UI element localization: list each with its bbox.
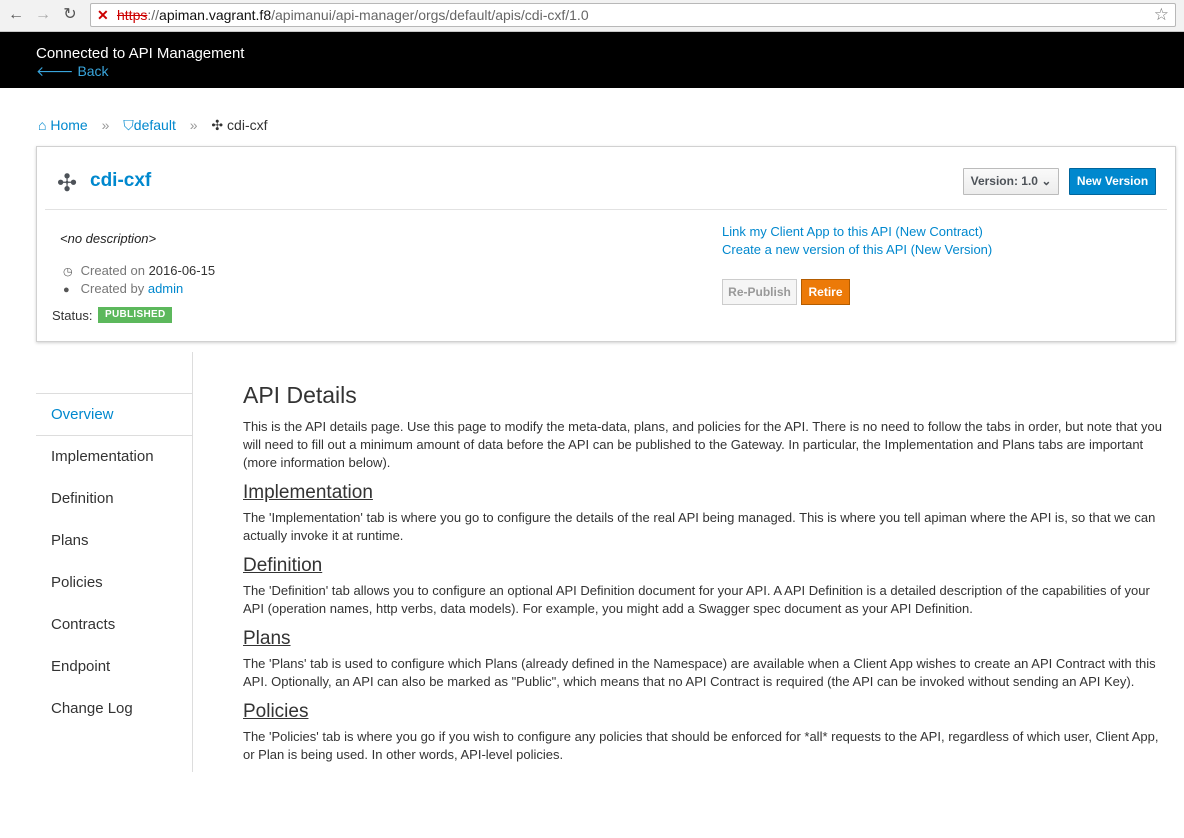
- clock-icon: ◷: [63, 266, 73, 278]
- tab-implementation[interactable]: Implementation: [36, 436, 193, 478]
- header-title: Connected to API Management: [36, 45, 245, 62]
- section-heading: Plans: [243, 628, 291, 649]
- new-version-button[interactable]: New Version: [1069, 168, 1156, 195]
- url-path: /apimanui/api-manager/orgs/default/apis/…: [271, 7, 589, 23]
- arrow-left-icon[interactable]: ←: [6, 5, 26, 25]
- tab-change-log[interactable]: Change Log: [36, 688, 193, 730]
- breadcrumb-home-label: Home: [50, 117, 88, 133]
- breadcrumb-home[interactable]: ⌂ Home: [38, 117, 88, 133]
- home-icon: ⌂: [38, 117, 47, 133]
- created-on-value: 2016-06-15: [148, 263, 216, 278]
- new-version-link[interactable]: Create a new version of this API (New Ve…: [722, 242, 992, 257]
- top-header: Connected to API Management 🡐 Back: [0, 32, 1184, 88]
- main-content: API Details This is the API details page…: [243, 380, 1168, 772]
- created-by-link[interactable]: admin: [148, 281, 183, 296]
- browser-toolbar: ← → ↻ ✕ https://apiman.vagrant.f8/apiman…: [0, 0, 1184, 32]
- arrow-left-icon: 🡐: [36, 63, 74, 79]
- tab-definition[interactable]: Definition: [36, 478, 193, 520]
- created-by-line: ● Created by admin: [63, 281, 183, 296]
- shield-icon: ⛉: [123, 117, 134, 133]
- arrow-right-icon[interactable]: →: [33, 5, 53, 25]
- breadcrumb-org[interactable]: ⛉default: [123, 117, 176, 133]
- back-label: Back: [77, 63, 109, 79]
- status-badge: PUBLISHED: [98, 307, 173, 323]
- section-heading: Definition: [243, 555, 323, 576]
- created-on-line: ◷ Created on 2016-06-15: [63, 263, 215, 278]
- chevron-down-icon: ⌄: [1041, 174, 1052, 188]
- republish-button[interactable]: Re-Publish: [722, 279, 797, 305]
- section-heading: Policies: [243, 701, 309, 722]
- section-text: The 'Definition' tab allows you to confi…: [243, 583, 1150, 616]
- version-dropdown[interactable]: Version: 1.0 ⌄: [963, 168, 1059, 195]
- url-separator: ://: [147, 7, 160, 23]
- insecure-lock-icon: ✕: [97, 7, 109, 23]
- section-text: The 'Implementation' tab is where you go…: [243, 510, 1156, 543]
- page-title: API Details: [243, 382, 357, 408]
- status-label: Status:: [52, 308, 93, 323]
- breadcrumb-current-label: cdi-cxf: [227, 117, 268, 133]
- star-icon[interactable]: ☆: [1154, 4, 1169, 26]
- reload-icon[interactable]: ↻: [60, 5, 80, 25]
- breadcrumb: ⌂ Home » ⛉default » ✣ cdi-cxf: [38, 117, 268, 134]
- section-text: The 'Policies' tab is where you go if yo…: [243, 729, 1159, 762]
- side-nav: Overview Implementation Definition Plans…: [36, 352, 193, 772]
- puzzle-icon: ✣: [57, 170, 78, 197]
- breadcrumb-current: ✣ cdi-cxf: [211, 117, 267, 133]
- back-link[interactable]: 🡐 Back: [36, 63, 109, 80]
- created-on-label: Created on: [80, 263, 145, 278]
- retire-button[interactable]: Retire: [801, 279, 850, 305]
- api-name: cdi-cxf: [90, 170, 152, 191]
- intro-text: This is the API details page. Use this p…: [243, 419, 1162, 470]
- tab-overview[interactable]: Overview: [36, 394, 193, 436]
- api-header-card: ✣ cdi-cxf Version: 1.0 ⌄ New Version <no…: [36, 146, 1176, 342]
- user-icon: ●: [63, 284, 70, 296]
- version-label: Version: 1.0: [970, 174, 1038, 188]
- section-text: The 'Plans' tab is used to configure whi…: [243, 656, 1156, 689]
- breadcrumb-separator: »: [101, 117, 110, 133]
- breadcrumb-separator: »: [189, 117, 198, 133]
- breadcrumb-org-label: default: [133, 117, 176, 133]
- section-heading: Implementation: [243, 482, 373, 503]
- new-contract-link[interactable]: Link my Client App to this API (New Cont…: [722, 224, 983, 239]
- created-by-label: Created by: [80, 281, 145, 296]
- puzzle-icon: ✣: [211, 117, 224, 133]
- card-divider: [45, 209, 1167, 210]
- side-nav-spacer: [36, 352, 193, 394]
- tab-endpoint[interactable]: Endpoint: [36, 646, 193, 688]
- tab-contracts[interactable]: Contracts: [36, 604, 193, 646]
- url-host: apiman.vagrant.f8: [159, 7, 272, 23]
- url-scheme: https: [117, 7, 148, 23]
- address-bar[interactable]: ✕ https://apiman.vagrant.f8/apimanui/api…: [90, 3, 1176, 27]
- api-description: <no description>: [60, 231, 157, 246]
- tab-policies[interactable]: Policies: [36, 562, 193, 604]
- tab-plans[interactable]: Plans: [36, 520, 193, 562]
